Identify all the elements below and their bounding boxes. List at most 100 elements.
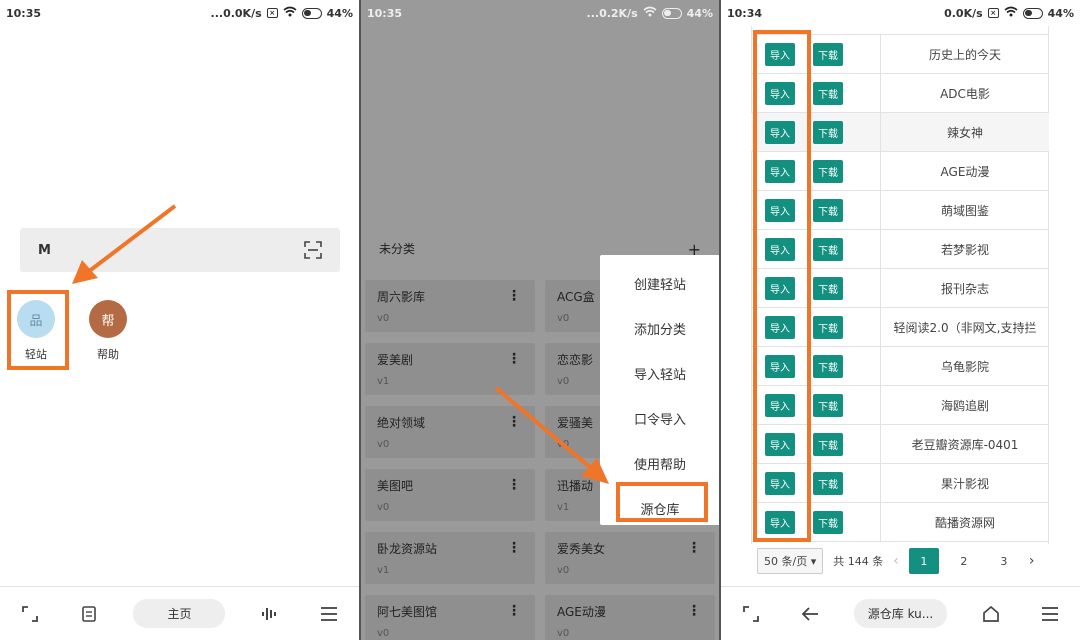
card-title: AGE动漫 bbox=[557, 605, 606, 619]
card-title: 爱秀美女 bbox=[557, 542, 606, 556]
more-icon[interactable]: ⋮ bbox=[507, 477, 521, 493]
status-time: 10:34 bbox=[727, 6, 763, 20]
card-version: v0 bbox=[377, 502, 390, 513]
card-version: v0 bbox=[557, 628, 570, 639]
menu-item-import-site[interactable]: 导入轻站 bbox=[600, 351, 719, 396]
wifi-icon bbox=[283, 6, 297, 20]
battery-icon bbox=[301, 7, 322, 19]
page-title-button[interactable]: 源仓库 ku... bbox=[853, 599, 948, 628]
source-name: 乌龟影院 bbox=[940, 359, 989, 374]
download-cell: 下载 bbox=[811, 230, 881, 268]
status-speed: ...0.2K/s bbox=[586, 6, 638, 20]
menu-icon[interactable] bbox=[1035, 599, 1065, 629]
download-cell: 下载 bbox=[811, 503, 881, 541]
download-button[interactable]: 下载 bbox=[813, 432, 843, 456]
screen-home: 10:35 ...0.0K/s × 44% M 品 轻站 帮 帮助 主页 bbox=[0, 0, 359, 640]
more-icon[interactable]: ⋮ bbox=[687, 603, 701, 619]
download-button[interactable]: 下载 bbox=[813, 510, 843, 534]
download-cell: 下载 bbox=[811, 425, 881, 463]
expand-icon[interactable] bbox=[736, 599, 766, 629]
status-time: 10:35 bbox=[367, 6, 403, 20]
home-button[interactable]: 主页 bbox=[133, 599, 226, 628]
next-page-icon[interactable]: › bbox=[1029, 553, 1035, 569]
status-time: 10:35 bbox=[6, 6, 42, 20]
bottom-nav: 源仓库 ku... bbox=[721, 586, 1080, 640]
status-bar: 10:35 ...0.0K/s × 44% bbox=[0, 0, 359, 26]
pagination: 50 条/页 ▾ 共 144 条 ‹ 1 2 3 › bbox=[757, 548, 1034, 574]
download-button[interactable]: 下载 bbox=[813, 42, 843, 66]
download-button[interactable]: 下载 bbox=[813, 471, 843, 495]
site-card[interactable]: 爱秀美女 v0 ⋮ bbox=[545, 532, 715, 584]
status-bar: 10:35 ...0.2K/s 44% bbox=[361, 0, 719, 26]
download-cell: 下载 bbox=[811, 308, 881, 346]
download-button[interactable]: 下载 bbox=[813, 276, 843, 300]
download-cell: 下载 bbox=[811, 386, 881, 424]
page-2[interactable]: 2 bbox=[949, 548, 979, 574]
source-name: 果汁影视 bbox=[940, 476, 989, 491]
status-speed: ...0.0K/s bbox=[210, 6, 262, 20]
total-count: 共 144 条 bbox=[833, 555, 884, 568]
close-box-icon: × bbox=[266, 8, 278, 18]
menu-item-add-category[interactable]: 添加分类 bbox=[600, 306, 719, 351]
menu-item-help[interactable]: 使用帮助 bbox=[600, 441, 719, 486]
app-help[interactable]: 帮 帮助 bbox=[78, 292, 138, 362]
highlight-box bbox=[616, 482, 708, 522]
download-button[interactable]: 下载 bbox=[813, 198, 843, 222]
page-3[interactable]: 3 bbox=[989, 548, 1019, 574]
site-card[interactable]: 卧龙资源站 v1 ⋮ bbox=[365, 532, 535, 584]
download-button[interactable]: 下载 bbox=[813, 120, 843, 144]
screen-source-repo: 10:34 0.0K/s × 44% 导入 下载 历史上的今天 导入 下载 ADC电影 导入… bbox=[721, 0, 1080, 640]
status-speed: 0.0K/s bbox=[944, 6, 983, 20]
site-card[interactable]: 阿七美图馆 v0 ⋮ bbox=[365, 595, 535, 640]
card-title: 卧龙资源站 bbox=[377, 542, 438, 556]
site-card[interactable]: 爱美剧 v1 ⋮ bbox=[365, 343, 535, 395]
download-button[interactable]: 下载 bbox=[813, 237, 843, 261]
card-version: v0 bbox=[557, 565, 570, 576]
back-arrow-icon[interactable] bbox=[795, 599, 825, 629]
source-name: 海鸥追剧 bbox=[940, 398, 989, 413]
menu-icon[interactable] bbox=[314, 599, 344, 629]
download-cell: 下载 bbox=[811, 113, 881, 151]
site-card[interactable]: 美图吧 v0 ⋮ bbox=[365, 469, 535, 521]
download-cell: 下载 bbox=[811, 191, 881, 229]
page-1[interactable]: 1 bbox=[908, 548, 939, 574]
site-card[interactable]: 周六影库 v0 ⋮ bbox=[365, 280, 535, 332]
home-icon[interactable] bbox=[976, 599, 1006, 629]
download-cell: 下载 bbox=[811, 347, 881, 385]
download-button[interactable]: 下载 bbox=[813, 315, 843, 339]
download-button[interactable]: 下载 bbox=[813, 81, 843, 105]
download-button[interactable]: 下载 bbox=[813, 393, 843, 417]
source-name: 辣女神 bbox=[946, 125, 983, 140]
scan-icon[interactable] bbox=[304, 241, 322, 259]
battery-level: 44% bbox=[686, 6, 713, 20]
more-icon[interactable]: ⋮ bbox=[507, 603, 521, 619]
download-cell: 下载 bbox=[811, 74, 881, 112]
page-size-select[interactable]: 50 条/页 ▾ bbox=[757, 548, 824, 574]
more-icon[interactable]: ⋮ bbox=[507, 351, 521, 367]
category-title: 未分类 bbox=[379, 242, 416, 256]
site-card[interactable]: AGE动漫 v0 ⋮ bbox=[545, 595, 715, 640]
download-button[interactable]: 下载 bbox=[813, 354, 843, 378]
wifi-icon bbox=[1004, 6, 1018, 20]
app-label: 帮助 bbox=[97, 348, 119, 361]
battery-icon bbox=[661, 7, 682, 19]
site-card[interactable]: 绝对领域 v0 ⋮ bbox=[365, 406, 535, 458]
download-cell: 下载 bbox=[811, 464, 881, 502]
card-title: 周六影库 bbox=[377, 290, 426, 304]
source-name: 报刊杂志 bbox=[940, 281, 989, 296]
voice-icon[interactable] bbox=[255, 599, 285, 629]
more-icon[interactable]: ⋮ bbox=[507, 414, 521, 430]
download-button[interactable]: 下载 bbox=[813, 159, 843, 183]
search-bar[interactable]: M bbox=[20, 228, 340, 272]
prev-page-icon[interactable]: ‹ bbox=[893, 553, 899, 569]
more-icon[interactable]: ⋮ bbox=[507, 288, 521, 304]
source-name: 老豆瓣资源库-0401 bbox=[911, 437, 1019, 452]
menu-item-code-import[interactable]: 口令导入 bbox=[600, 396, 719, 441]
more-icon[interactable]: ⋮ bbox=[507, 540, 521, 556]
help-app-icon: 帮 bbox=[89, 300, 127, 338]
expand-icon[interactable] bbox=[15, 599, 45, 629]
more-icon[interactable]: ⋮ bbox=[687, 540, 701, 556]
menu-item-create-site[interactable]: 创建轻站 bbox=[600, 261, 719, 306]
battery-icon bbox=[1022, 7, 1043, 19]
document-icon[interactable] bbox=[74, 599, 104, 629]
